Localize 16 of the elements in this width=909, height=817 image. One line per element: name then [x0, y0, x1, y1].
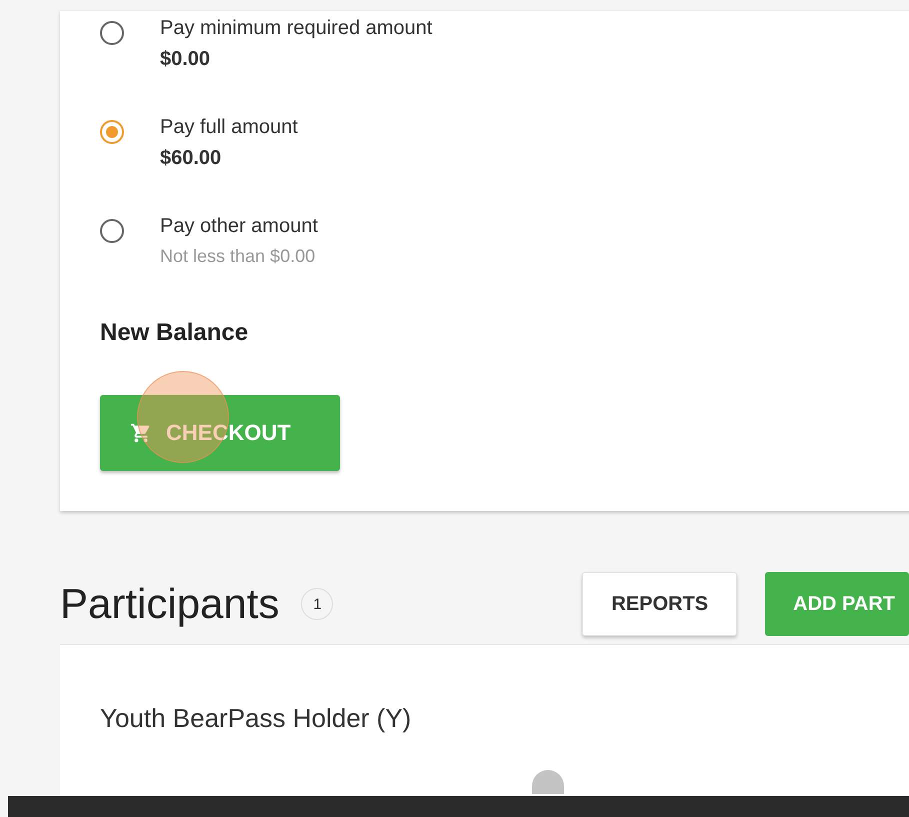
radio-button[interactable] — [100, 120, 124, 144]
option-label: Pay full amount — [160, 116, 298, 139]
radio-button[interactable] — [100, 21, 124, 45]
option-hint: Not less than $0.00 — [160, 246, 316, 267]
option-label: Pay other amount — [160, 215, 318, 238]
option-amount: $60.00 — [160, 147, 222, 170]
section-title: Participants — [60, 580, 280, 628]
add-button[interactable]: ADD PART — [765, 572, 909, 636]
new-balance-label: New Balance — [100, 319, 250, 347]
participant-type: Youth BearPass Holder (Y) — [100, 703, 412, 734]
reports-button[interactable]: REPORTS — [582, 572, 738, 636]
option-label: Pay minimum required amount — [160, 17, 432, 40]
option-amount: $0.00 — [160, 48, 212, 71]
radio-button[interactable] — [100, 219, 124, 243]
count-badge: 1 — [301, 588, 334, 620]
cart-icon — [130, 422, 152, 444]
